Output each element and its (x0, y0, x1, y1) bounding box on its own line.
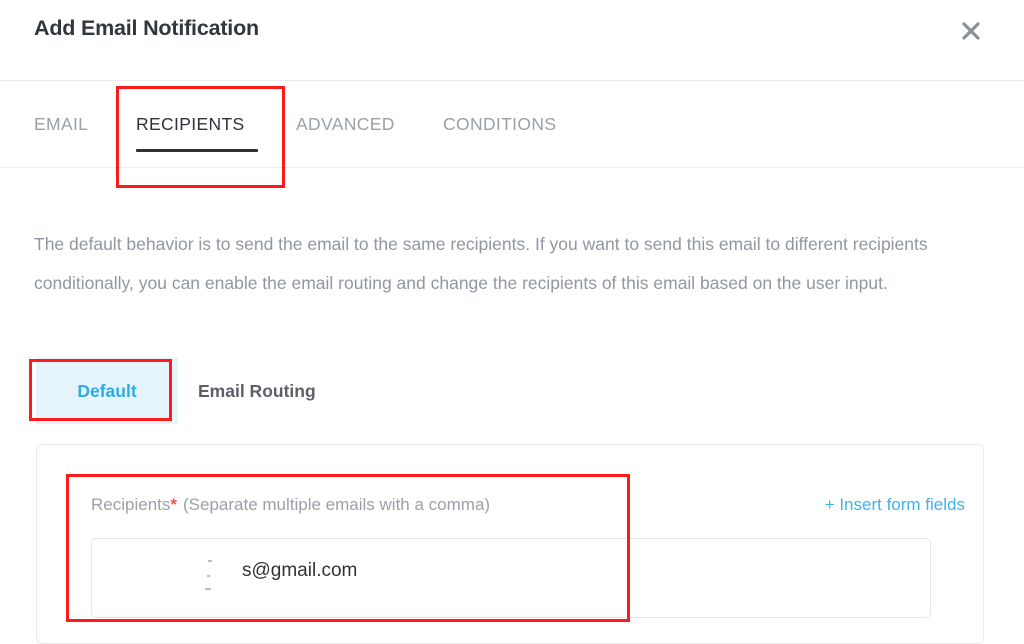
active-tab-underline (136, 149, 258, 152)
recipients-label-text: Recipients (91, 495, 171, 514)
insert-form-fields-link[interactable]: + Insert form fields (825, 495, 965, 515)
recipients-input[interactable]: s@gmail.com (91, 538, 931, 618)
page-title: Add Email Notification (34, 16, 259, 40)
required-asterisk: * (170, 495, 177, 514)
tab-advanced[interactable]: ADVANCED (296, 114, 395, 135)
tab-conditions[interactable]: CONDITIONS (443, 114, 556, 135)
tab-recipients[interactable]: RECIPIENTS (136, 114, 245, 135)
modal-header: Add Email Notification (0, 0, 1024, 81)
close-icon[interactable] (956, 16, 986, 46)
tab-strip: EMAIL RECIPIENTS ADVANCED CONDITIONS (0, 81, 1024, 168)
recipients-field-label: Recipients* (Separate multiple emails wit… (91, 495, 490, 515)
recipients-hint: (Separate multiple emails with a comma) (183, 495, 491, 514)
subtab-email-routing[interactable]: Email Routing (198, 358, 368, 424)
recipient-mode-subtabs: Default Email Routing (0, 358, 1024, 424)
redacted-text-marks (204, 557, 230, 595)
recipients-card: Recipients* (Separate multiple emails wit… (36, 444, 984, 644)
recipients-input-value: s@gmail.com (242, 560, 358, 581)
subtab-default[interactable]: Default (36, 358, 178, 424)
tab-email[interactable]: EMAIL (34, 114, 88, 135)
description-text: The default behavior is to send the emai… (34, 234, 928, 293)
